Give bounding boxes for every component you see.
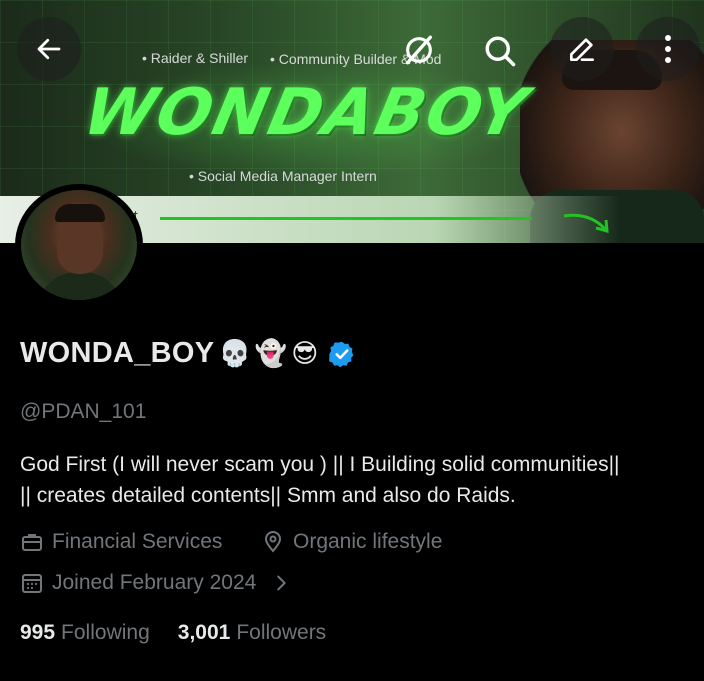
profile-joined[interactable]: Joined February 2024 [20,571,292,595]
more-vertical-icon [665,35,671,63]
banner-strip-line [160,217,532,220]
skull-emoji: 💀 [218,338,251,369]
banner-swoop-arrow-icon [563,213,609,234]
profile-category: Financial Services [20,530,222,554]
following-link[interactable]: 995 Following [20,621,150,645]
back-button[interactable] [17,17,81,81]
grok-slash-icon [405,35,433,65]
bio-line-1: God First (I will never scam you ) || I … [20,453,620,476]
verified-badge-icon[interactable] [328,340,356,368]
chevron-right-icon [277,575,286,591]
profile-handle: @PDAN_101 [20,400,147,423]
more-button[interactable] [636,17,700,81]
banner-logo: WONDABOY [77,76,535,150]
sunglasses-emoji: 😎 [291,338,319,369]
followers-link[interactable]: 3,001 Followers [178,621,326,645]
briefcase-icon [22,534,42,551]
banner-tagline-left: • Raider & Shiller [142,50,249,66]
joined-text: Joined February 2024 [52,571,257,594]
avatar-image [21,190,137,300]
bio-line-2: || creates detailed contents|| Smm and a… [20,484,516,507]
display-name: WONDA_BOY [20,337,215,369]
location-text: Organic lifestyle [293,530,443,553]
ghost-emoji: 👻 [254,338,288,369]
followers-count: 3,001 [177,621,231,644]
followers-label: Followers [236,621,327,644]
banner-tagline-bottom: • Social Media Manager Intern [189,168,377,184]
follow-stats: 995 Following 3,001 Followers [20,621,326,645]
pencil-icon [570,38,594,61]
profile-bio: God First (I will never scam you ) || I … [20,449,700,511]
following-count: 995 [20,621,56,644]
search-icon [485,36,516,67]
following-label: Following [61,621,150,644]
profile-name-row: WONDA_BOY 💀 👻 😎 [20,337,356,370]
search-button[interactable] [482,33,518,74]
edit-button[interactable] [550,17,614,81]
arrow-left-icon [37,38,61,60]
location-pin-icon [264,531,282,553]
grok-button[interactable] [402,33,436,72]
calendar-icon [22,574,42,593]
category-text: Financial Services [52,530,223,553]
avatar[interactable] [15,184,143,306]
profile-location: Organic lifestyle [261,530,442,554]
